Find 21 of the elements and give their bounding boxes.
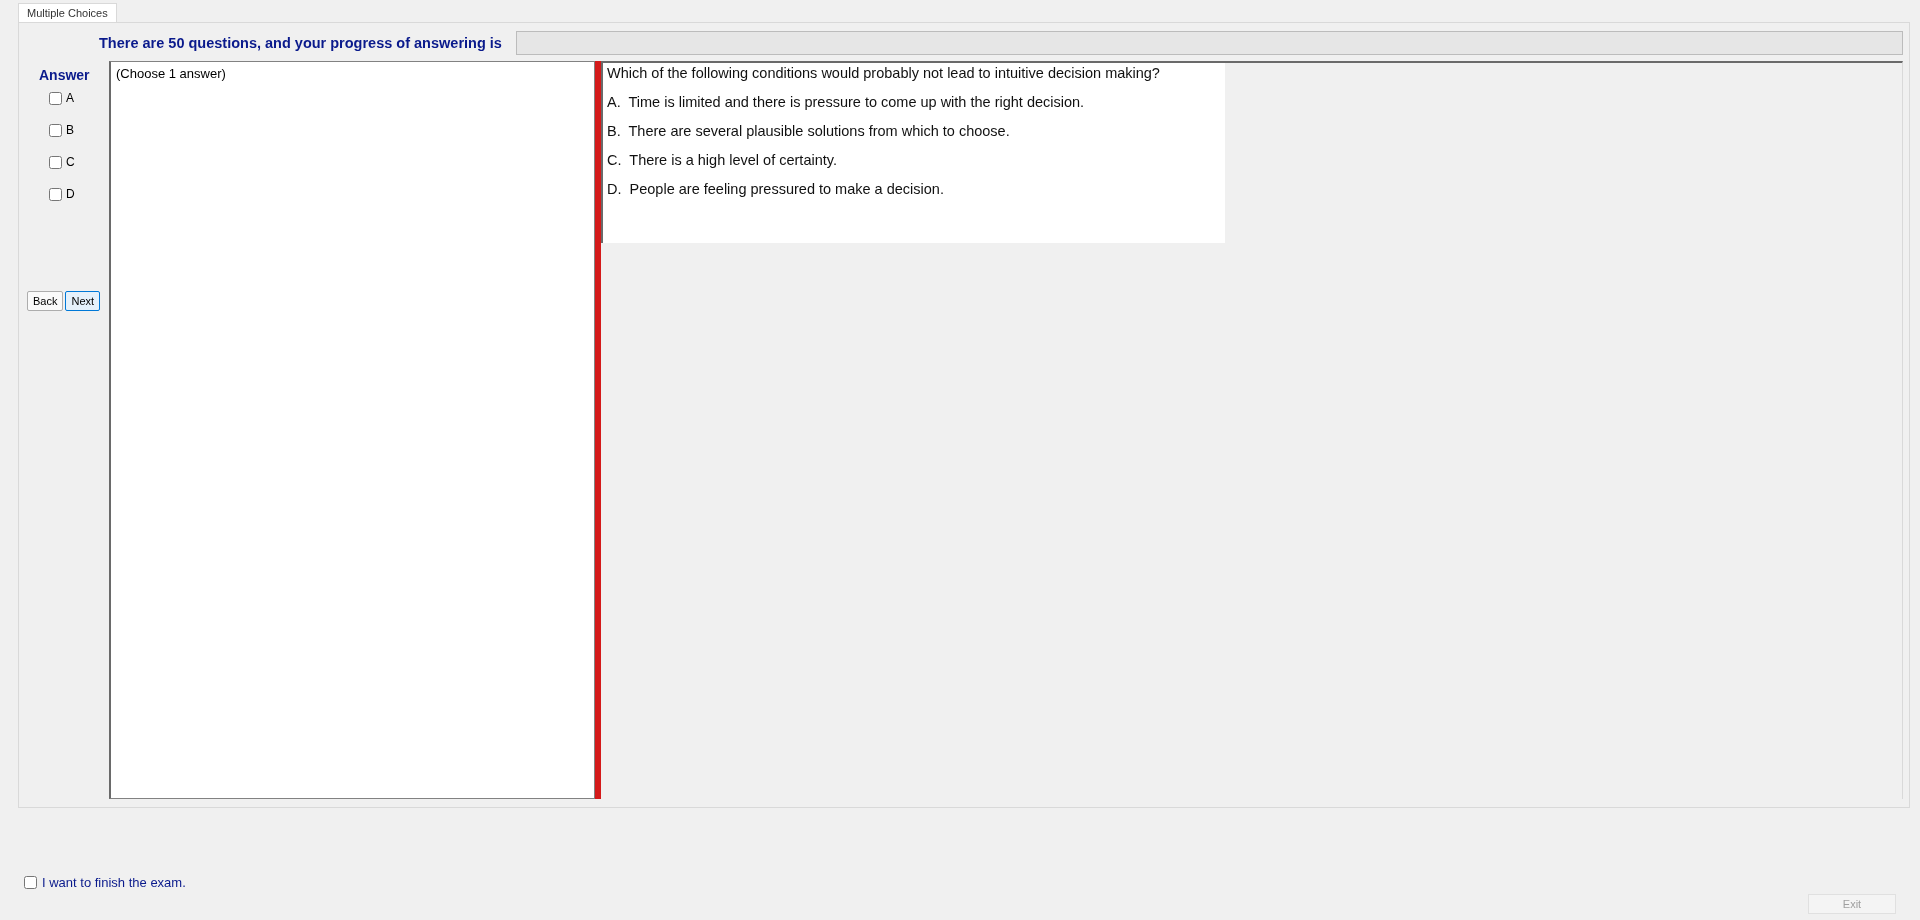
choice-text: D. People are feeling pressured to make a decision. [607, 181, 945, 197]
answer-heading: Answer [39, 67, 90, 83]
nav-button[interactable]: Next [65, 291, 101, 311]
question-text: Which of the following conditions would probably not lead to intuitive decision making? [607, 65, 1161, 81]
nav-button[interactable]: Back [27, 291, 64, 311]
answer-checkbox[interactable] [49, 155, 62, 169]
checkbox-label: C [66, 155, 75, 169]
answer-checkbox[interactable] [49, 123, 62, 137]
checkbox-label: B [66, 123, 74, 137]
checkbox-label: D [66, 187, 75, 201]
progress-label: There are 50 questions, and your progress of answering is [99, 35, 502, 51]
tab[interactable]: Multiple Choices [18, 3, 117, 22]
choice-text: C. There is a high level of certainty. [607, 152, 838, 168]
answer-checkbox[interactable] [49, 187, 62, 201]
choice-text: B. There are several plausible solutions from which to choose. [607, 123, 1011, 139]
finish-checkbox[interactable] [24, 876, 37, 889]
answer-checkbox[interactable] [49, 91, 62, 105]
choice-text: A. Time is limited and there is pressure to come up with the right decision. [607, 94, 1086, 110]
finish-label: I want to finish the exam. [42, 875, 186, 890]
checkbox-label: A [66, 91, 74, 105]
instruction-text: (Choose 1 answer) [116, 66, 226, 81]
